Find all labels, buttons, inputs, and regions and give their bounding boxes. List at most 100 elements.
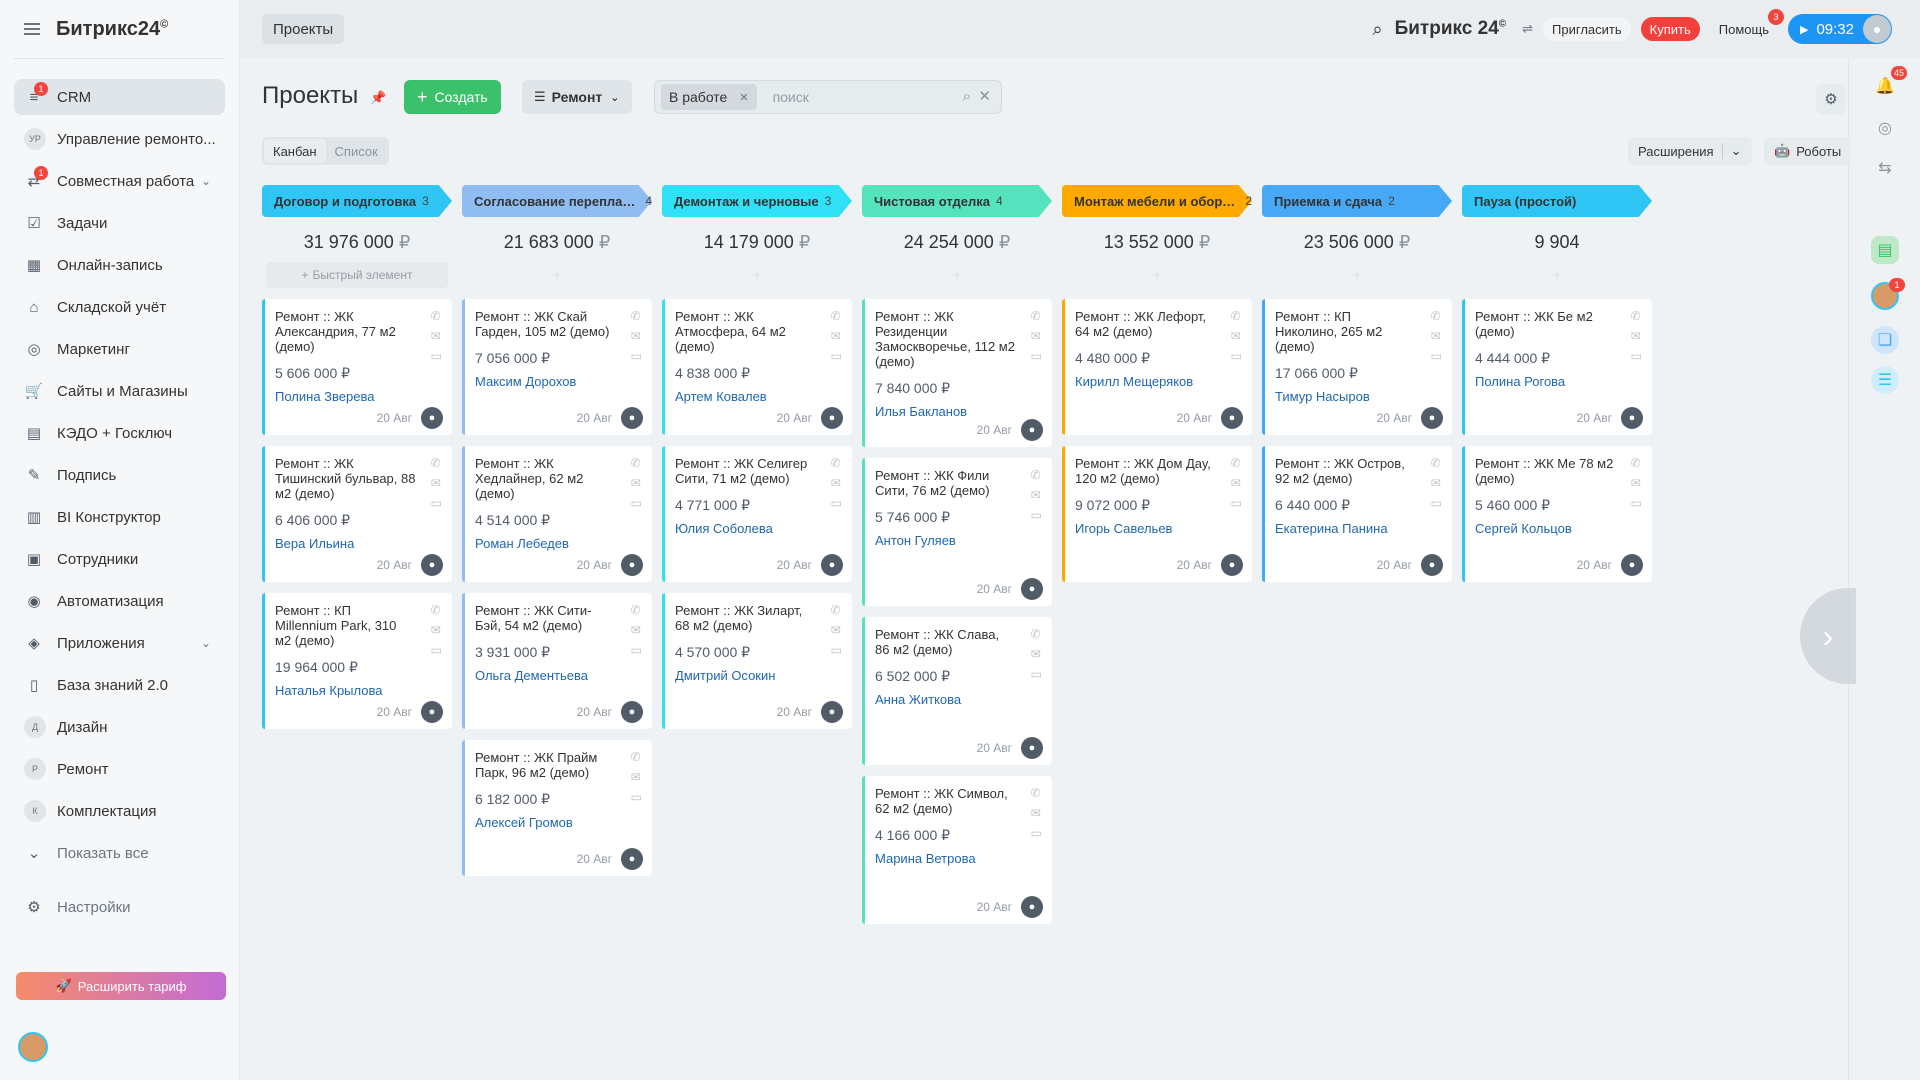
- mail-icon[interactable]: ✉: [631, 623, 642, 637]
- deal-card[interactable]: Ремонт :: ЖК Остров, 92 м2 (демо) 6 440 0…: [1262, 446, 1452, 582]
- phone-icon[interactable]: ✆: [1631, 309, 1642, 323]
- phone-icon[interactable]: ✆: [1031, 468, 1042, 482]
- quick-add-plus[interactable]: +: [1266, 262, 1448, 288]
- column-header[interactable]: Монтаж мебели и оборудо... 2: [1062, 185, 1252, 217]
- deal-card[interactable]: Ремонт :: ЖК Бе м2 (демо) 4 444 000 ₽ Поли…: [1462, 299, 1652, 435]
- card-responsible[interactable]: Тимур Насыров: [1275, 389, 1416, 404]
- contact-avatar-icon[interactable]: 1: [1871, 278, 1905, 310]
- deal-card[interactable]: Ремонт :: КП Millennium Park, 310 м2 (де…: [262, 593, 452, 729]
- column-header[interactable]: Согласование перепланир... 4: [462, 185, 652, 217]
- card-title[interactable]: Ремонт :: ЖК Тишинский бульвар, 88 м2 (д…: [275, 456, 416, 501]
- user-avatar-icon[interactable]: ●: [821, 554, 843, 576]
- quick-add-plus[interactable]: +: [1466, 262, 1648, 288]
- filter-chip[interactable]: В работе ✕: [661, 84, 757, 110]
- sidebar-item[interactable]: ▦ Онлайн-запись: [14, 247, 225, 283]
- quick-add-plus[interactable]: +: [866, 262, 1048, 288]
- sidebar-item[interactable]: ◉ Автоматизация: [14, 583, 225, 619]
- tab-kanban[interactable]: Канбан: [264, 139, 326, 163]
- mail-icon[interactable]: ✉: [1031, 806, 1042, 820]
- quick-add-button[interactable]: + Быстрый элемент: [266, 262, 448, 288]
- phone-icon[interactable]: ✆: [431, 456, 442, 470]
- tab-projects[interactable]: Проекты: [262, 14, 345, 44]
- column-header[interactable]: Договор и подготовка 3: [262, 185, 452, 217]
- card-responsible[interactable]: Юлия Соболева: [675, 521, 816, 536]
- chat-icon[interactable]: ▭: [1031, 667, 1042, 681]
- user-avatar-icon[interactable]: ●: [421, 701, 443, 723]
- deal-card[interactable]: Ремонт :: КП Николино, 265 м2 (демо) 17 0…: [1262, 299, 1452, 435]
- card-title[interactable]: Ремонт :: ЖК Сити-Бэй, 54 м2 (демо): [475, 603, 616, 633]
- deal-card[interactable]: Ремонт :: ЖК Лефорт, 64 м2 (демо) 4 480 0…: [1062, 299, 1252, 435]
- card-responsible[interactable]: Роман Лебедев: [475, 536, 616, 551]
- chat-icon[interactable]: ▭: [1631, 349, 1642, 363]
- chat-icon[interactable]: ▭: [831, 349, 842, 363]
- user-avatar[interactable]: [18, 1032, 48, 1062]
- user-avatar-icon[interactable]: ●: [1221, 554, 1243, 576]
- buy-button[interactable]: Купить: [1640, 17, 1700, 41]
- card-title[interactable]: Ремонт :: ЖК Зиларт, 68 м2 (демо): [675, 603, 816, 633]
- mail-icon[interactable]: ✉: [831, 623, 842, 637]
- sidebar-item[interactable]: ⇄ 1 Совместная работа ⌄: [14, 163, 225, 199]
- mail-icon[interactable]: ✉: [631, 329, 642, 343]
- deal-card[interactable]: Ремонт :: ЖК Резиденции Замоскворечье, 1…: [862, 299, 1052, 447]
- upgrade-plan-button[interactable]: 🚀 Расширить тариф: [16, 972, 226, 1000]
- sidebar-item[interactable]: ▤ КЭДО + Госключ: [14, 415, 225, 451]
- card-responsible[interactable]: Марина Ветрова: [875, 851, 1016, 866]
- column-header[interactable]: Пауза (простой): [1462, 185, 1652, 217]
- clear-icon[interactable]: ✕: [978, 87, 991, 105]
- card-responsible[interactable]: Полина Зверева: [275, 389, 416, 404]
- deal-card[interactable]: Ремонт :: ЖК Тишинский бульвар, 88 м2 (д…: [262, 446, 452, 582]
- user-avatar-icon[interactable]: ●: [1021, 419, 1043, 441]
- phone-icon[interactable]: ✆: [1431, 309, 1442, 323]
- sidebar-item[interactable]: ◈ Приложения ⌄: [14, 625, 225, 661]
- card-title[interactable]: Ремонт :: ЖК Скай Гарден, 105 м2 (демо): [475, 309, 616, 339]
- sidebar-item[interactable]: УР Управление ремонто...: [14, 121, 225, 157]
- sidebar-item[interactable]: 🛒 Сайты и Магазины: [14, 373, 225, 409]
- mail-icon[interactable]: ✉: [631, 476, 642, 490]
- card-title[interactable]: Ремонт :: ЖК Александрия, 77 м2 (демо): [275, 309, 416, 354]
- help-button[interactable]: Помощь 3: [1710, 9, 1784, 41]
- mail-icon[interactable]: ✉: [1231, 329, 1242, 343]
- chat-icon[interactable]: ▭: [431, 643, 442, 657]
- mail-icon[interactable]: ✉: [1631, 329, 1642, 343]
- deal-card[interactable]: Ремонт :: ЖК Хедлайнер, 62 м2 (демо) 4 51…: [462, 446, 652, 582]
- card-responsible[interactable]: Игорь Савельев: [1075, 521, 1216, 536]
- card-responsible[interactable]: Наталья Крылова: [275, 683, 416, 698]
- phone-icon[interactable]: ✆: [431, 603, 442, 617]
- sidebar-item-settings[interactable]: ⚙ Настройки: [14, 889, 225, 925]
- card-responsible[interactable]: Антон Гуляев: [875, 533, 1016, 548]
- deal-card[interactable]: Ремонт :: ЖК Атмосфера, 64 м2 (демо) 4 83…: [662, 299, 852, 435]
- gear-icon[interactable]: ⚙: [1816, 84, 1846, 114]
- sidebar-item[interactable]: ⌄ Показать все: [14, 835, 225, 871]
- user-avatar-icon[interactable]: ●: [621, 554, 643, 576]
- user-avatar-icon[interactable]: ●: [621, 701, 643, 723]
- column-header[interactable]: Чистовая отделка 4: [862, 185, 1052, 217]
- card-title[interactable]: Ремонт :: ЖК Хедлайнер, 62 м2 (демо): [475, 456, 616, 501]
- mail-icon[interactable]: ✉: [431, 329, 442, 343]
- card-title[interactable]: Ремонт :: ЖК Слава, 86 м2 (демо): [875, 627, 1016, 657]
- chevron-down-icon[interactable]: ⌄: [201, 636, 211, 650]
- chat-icon[interactable]: ▭: [1031, 349, 1042, 363]
- column-header[interactable]: Приемка и сдача 2: [1262, 185, 1452, 217]
- user-avatar-icon[interactable]: ●: [1621, 407, 1643, 429]
- card-responsible[interactable]: Артем Ковалев: [675, 389, 816, 404]
- mail-icon[interactable]: ✉: [831, 329, 842, 343]
- phone-icon[interactable]: ✆: [1031, 627, 1042, 641]
- card-title[interactable]: Ремонт :: ЖК Ме 78 м2 (демо): [1475, 456, 1616, 486]
- chat-icon[interactable]: ▭: [631, 349, 642, 363]
- mail-icon[interactable]: ✉: [1031, 329, 1042, 343]
- card-responsible[interactable]: Илья Бакланов: [875, 404, 1016, 419]
- card-responsible[interactable]: Анна Житкова: [875, 692, 1016, 707]
- user-avatar-icon[interactable]: ●: [1021, 896, 1043, 918]
- card-title[interactable]: Ремонт :: ЖК Остров, 92 м2 (демо): [1275, 456, 1416, 486]
- deal-card[interactable]: Ремонт :: ЖК Дом Дау, 120 м2 (демо) 9 072…: [1062, 446, 1252, 582]
- deal-card[interactable]: Ремонт :: ЖК Фили Сити, 76 м2 (демо) 5 74…: [862, 458, 1052, 606]
- sidebar-item[interactable]: ⌂ Складской учёт: [14, 289, 225, 325]
- target-icon[interactable]: ◎: [1871, 114, 1899, 142]
- card-responsible[interactable]: Сергей Кольцов: [1475, 521, 1616, 536]
- extensions-button[interactable]: Расширения ⌄: [1628, 137, 1752, 165]
- user-avatar-icon[interactable]: ●: [821, 407, 843, 429]
- card-responsible[interactable]: Кирилл Мещеряков: [1075, 374, 1216, 389]
- phone-icon[interactable]: ✆: [631, 603, 642, 617]
- user-avatar-icon[interactable]: ●: [1021, 737, 1043, 759]
- deal-card[interactable]: Ремонт :: ЖК Символ, 62 м2 (демо) 4 166 0…: [862, 776, 1052, 924]
